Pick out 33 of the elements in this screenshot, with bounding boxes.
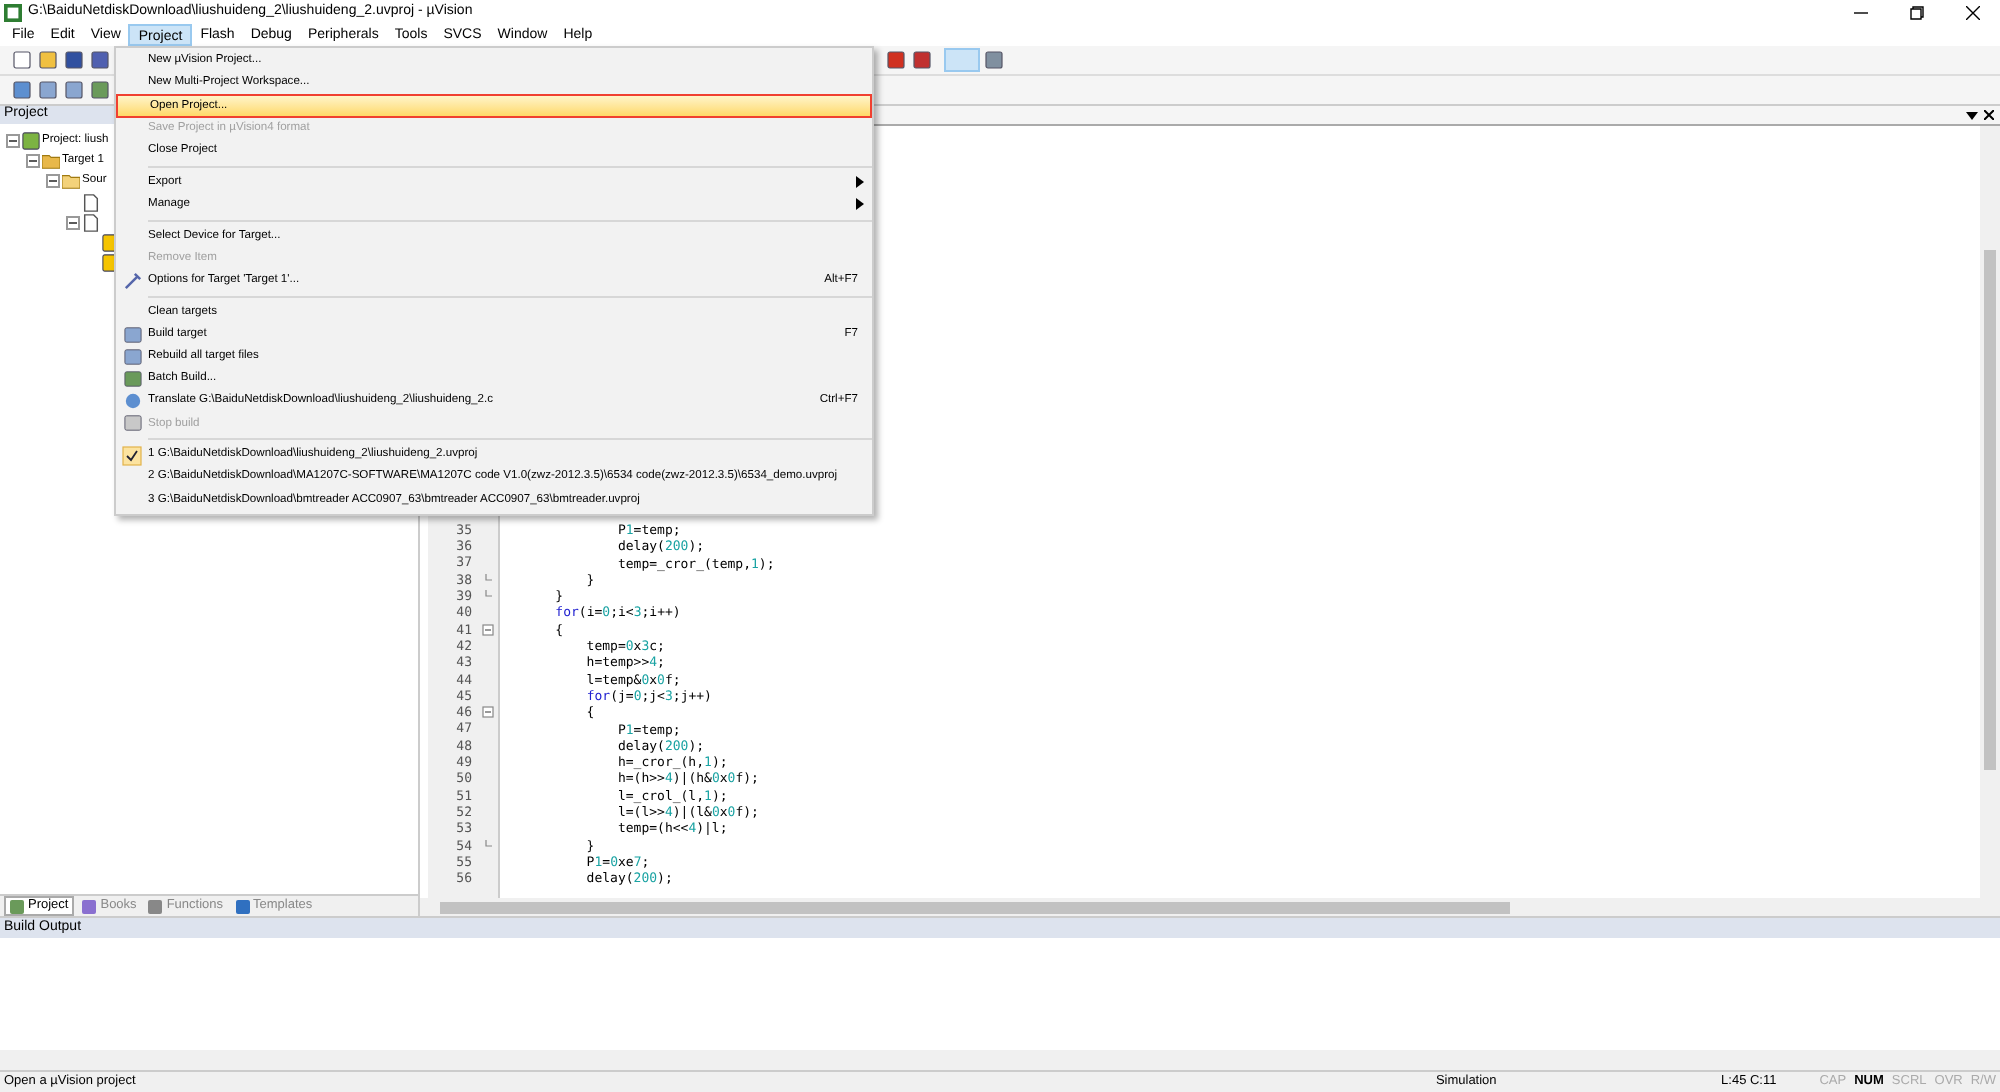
close-icon — [1965, 5, 1979, 19]
vertical-scrollbar[interactable] — [1980, 126, 2000, 898]
tab-icon — [148, 899, 163, 913]
close-icon[interactable] — [1984, 110, 1994, 120]
wrench-button[interactable] — [982, 48, 1006, 72]
fold-icon[interactable] — [481, 706, 493, 719]
batch-build-button[interactable] — [88, 78, 112, 102]
fold-icon[interactable] — [481, 623, 493, 636]
build-button[interactable] — [36, 78, 60, 102]
checkmark-icon — [122, 445, 142, 466]
horizontal-scrollbar[interactable] — [420, 898, 2000, 916]
new-file-button[interactable] — [10, 48, 34, 72]
debug-button[interactable] — [884, 48, 908, 72]
maximize-icon — [1909, 5, 1923, 19]
expander-icon[interactable] — [66, 215, 80, 230]
tab-icon — [10, 899, 24, 913]
dropdown-icon[interactable] — [1966, 111, 1978, 119]
open-button[interactable] — [36, 48, 60, 72]
horizontal-scrollbar[interactable] — [0, 1050, 2000, 1070]
project-icon — [22, 131, 40, 150]
tab-icon — [82, 899, 97, 913]
stop-debug-button[interactable] — [910, 48, 934, 72]
expander-icon[interactable] — [46, 174, 60, 189]
expander-icon[interactable] — [26, 153, 40, 168]
save-all-button[interactable] — [88, 48, 112, 72]
wand-icon — [123, 271, 141, 290]
rebuild-button[interactable] — [62, 78, 86, 102]
expander-icon[interactable] — [6, 133, 20, 148]
save-button[interactable] — [62, 48, 86, 72]
translate-button[interactable] — [10, 78, 34, 102]
tab-icon — [235, 899, 249, 913]
fold-end-icon — [483, 839, 491, 852]
window-icon — [123, 414, 141, 433]
